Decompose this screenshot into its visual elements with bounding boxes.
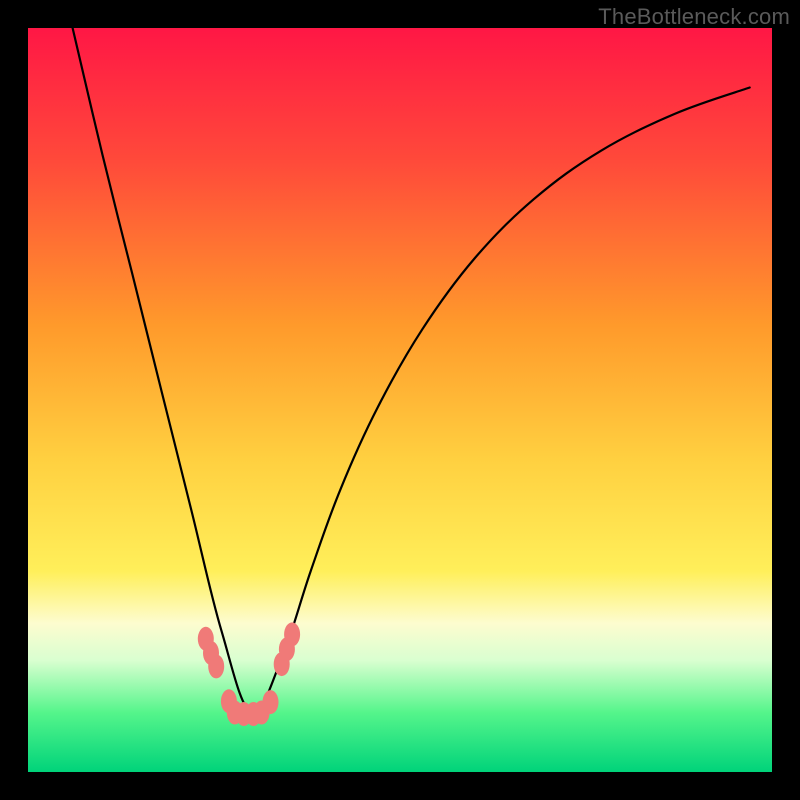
curve-layer: [28, 28, 772, 772]
marker-2-2: [284, 622, 300, 646]
marker-cluster-2: [274, 622, 300, 676]
plot-area: [28, 28, 772, 772]
bottleneck-curve: [73, 28, 750, 713]
watermark-text: TheBottleneck.com: [598, 4, 790, 30]
marker-cluster-0: [198, 627, 224, 679]
marker-1-5: [263, 690, 279, 714]
marker-0-2: [208, 654, 224, 678]
chart-frame: TheBottleneck.com: [0, 0, 800, 800]
marker-cluster-1: [221, 689, 279, 726]
